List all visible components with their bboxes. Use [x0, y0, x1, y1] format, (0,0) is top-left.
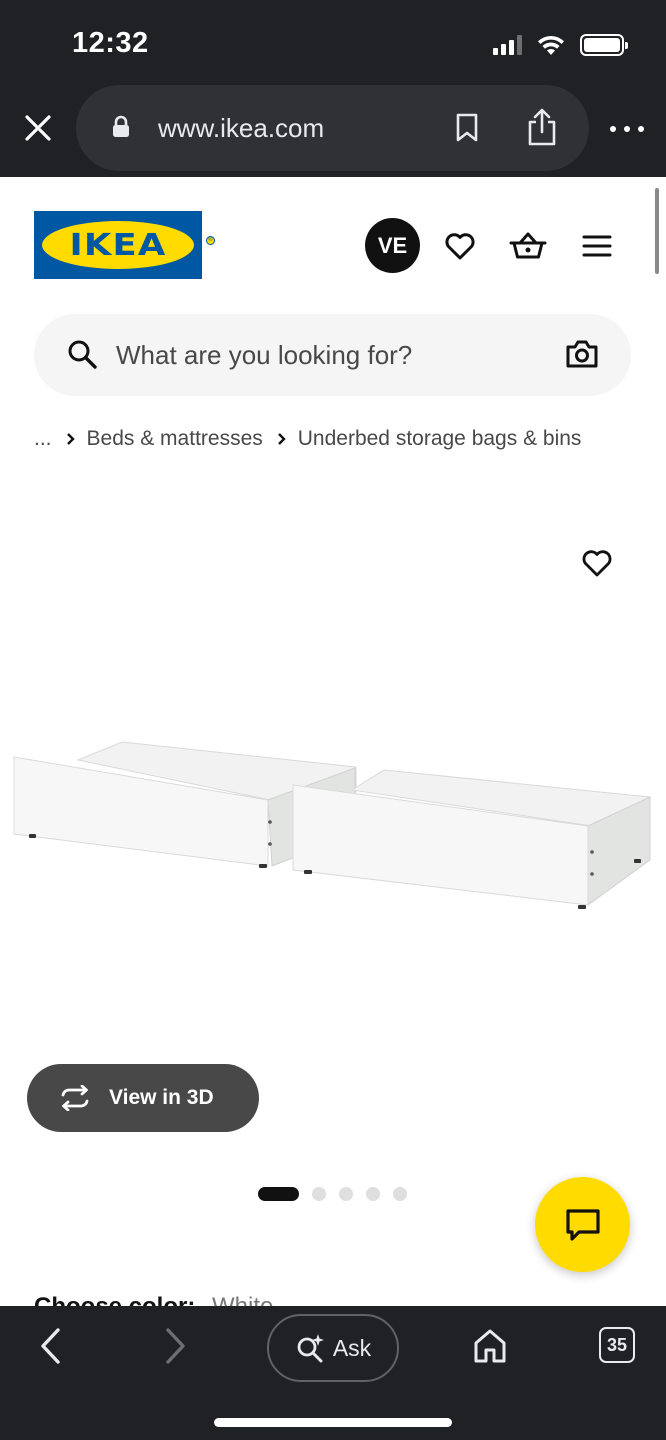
ask-button[interactable]: Ask — [267, 1314, 399, 1382]
search-bar — [34, 314, 631, 396]
cart-button[interactable] — [508, 226, 548, 266]
ask-label: Ask — [332, 1334, 372, 1361]
breadcrumb-ellipsis[interactable]: ... — [34, 427, 52, 451]
home-indicator — [214, 1418, 452, 1427]
ikea-logo[interactable]: IKEA ® — [34, 211, 215, 279]
shopping-basket-icon — [509, 232, 547, 259]
page-scrollbar[interactable] — [655, 188, 659, 274]
breadcrumb-item-underbed-storage[interactable]: Underbed storage bags & bins — [298, 427, 582, 451]
status-icons — [493, 30, 628, 60]
product-image[interactable] — [0, 700, 666, 940]
lock-icon — [113, 115, 129, 137]
heart-icon — [582, 550, 612, 577]
account-avatar[interactable]: VE — [365, 218, 420, 273]
breadcrumb: ... Beds & mattresses Underbed storage b… — [34, 424, 581, 454]
hamburger-menu-icon — [582, 235, 612, 257]
home-button[interactable] — [468, 1324, 512, 1368]
close-tab-button[interactable] — [18, 108, 58, 148]
camera-icon[interactable] — [565, 338, 599, 370]
forward-arrow-icon — [166, 1328, 185, 1364]
address-bar[interactable]: www.ikea.com — [76, 85, 589, 171]
battery-icon — [580, 34, 628, 56]
chevron-right-icon — [277, 432, 286, 446]
status-time: 12:32 — [72, 27, 149, 59]
bookmark-icon[interactable] — [454, 113, 480, 143]
carousel-dot[interactable] — [393, 1187, 407, 1201]
save-to-favorites-button[interactable] — [576, 542, 618, 584]
registered-mark: ® — [206, 236, 215, 245]
breadcrumb-item-beds-mattresses[interactable]: Beds & mattresses — [87, 427, 263, 451]
carousel-dot[interactable] — [258, 1187, 299, 1201]
cellular-signal-icon — [493, 35, 522, 55]
back-arrow-icon — [41, 1328, 60, 1364]
view-in-3d-label: View in 3D — [109, 1086, 214, 1109]
carousel-dot[interactable] — [339, 1187, 353, 1201]
image-carousel-dots — [258, 1187, 407, 1201]
close-icon — [25, 115, 51, 141]
chevron-right-icon — [66, 432, 75, 446]
heart-icon — [445, 233, 475, 260]
browser-bottom-toolbar: Ask 35 — [0, 1306, 666, 1440]
logo-wordmark: IKEA — [69, 228, 167, 263]
chat-button[interactable] — [535, 1177, 630, 1272]
sparkle-search-icon — [297, 1334, 324, 1363]
wifi-icon — [538, 35, 564, 55]
search-icon — [68, 340, 97, 369]
carousel-dot[interactable] — [312, 1187, 326, 1201]
forward-button[interactable] — [154, 1324, 198, 1368]
chat-icon — [565, 1208, 600, 1241]
browser-top-bar: 12:32 www.ikea.com — [0, 0, 666, 177]
favorites-button[interactable] — [440, 226, 480, 266]
home-icon — [474, 1329, 506, 1363]
share-icon[interactable] — [524, 107, 560, 147]
tab-switcher-button[interactable]: 35 — [599, 1327, 635, 1363]
rotate-3d-icon — [57, 1085, 93, 1111]
view-in-3d-button[interactable]: View in 3D — [27, 1064, 259, 1132]
back-button[interactable] — [28, 1324, 72, 1368]
url-text: www.ikea.com — [158, 113, 325, 143]
menu-button[interactable] — [577, 226, 617, 266]
more-icon[interactable] — [610, 114, 644, 144]
search-input[interactable] — [116, 332, 536, 378]
carousel-dot[interactable] — [366, 1187, 380, 1201]
